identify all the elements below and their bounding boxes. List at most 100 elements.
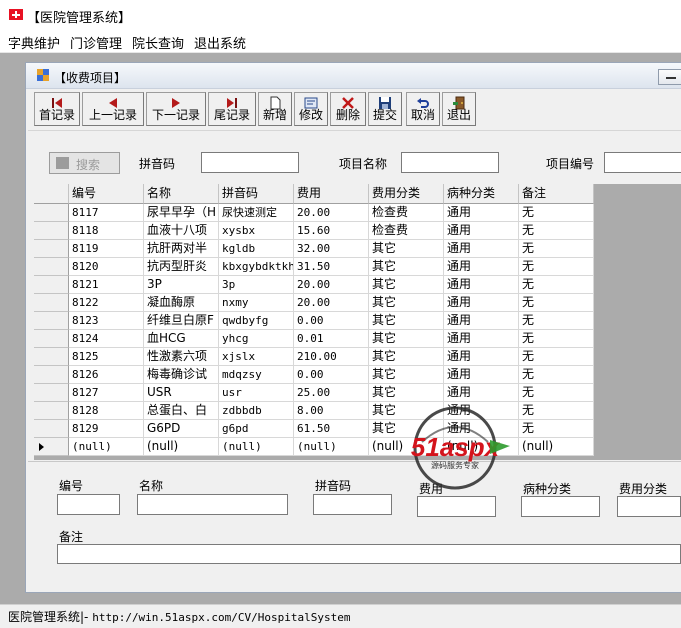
cell-disease-type[interactable]: 通用: [444, 222, 519, 240]
cell-pinyin[interactable]: yhcg: [219, 330, 294, 348]
cell-remark[interactable]: 无: [519, 258, 594, 276]
minimize-button[interactable]: [658, 69, 681, 85]
cell-name[interactable]: (null): [144, 438, 219, 456]
cell-code[interactable]: 8123: [69, 312, 144, 330]
cell-remark[interactable]: 无: [519, 420, 594, 438]
table-row[interactable]: 8127 USR usr 25.00 其它 通用无: [34, 384, 594, 402]
form-pinyin-input[interactable]: [313, 494, 392, 515]
cell-fee[interactable]: 20.00: [294, 276, 369, 294]
row-header[interactable]: [34, 402, 69, 420]
menu-director-query[interactable]: 院长查询: [132, 33, 184, 52]
submit-button[interactable]: 提交: [368, 92, 402, 126]
form-name-input[interactable]: [137, 494, 288, 515]
cell-disease-type[interactable]: 通用: [444, 204, 519, 222]
row-header[interactable]: [34, 312, 69, 330]
cell-fee[interactable]: 15.60: [294, 222, 369, 240]
cell-code[interactable]: 8117: [69, 204, 144, 222]
row-header[interactable]: [34, 294, 69, 312]
cell-fee-type[interactable]: 其它: [369, 384, 444, 402]
cell-fee[interactable]: 210.00: [294, 348, 369, 366]
prev-record-button[interactable]: 上一记录: [82, 92, 144, 126]
cell-disease-type[interactable]: 通用: [444, 348, 519, 366]
cell-code[interactable]: 8124: [69, 330, 144, 348]
cell-fee-type[interactable]: 其它: [369, 258, 444, 276]
edit-button[interactable]: 修改: [294, 92, 328, 126]
cell-fee[interactable]: 32.00: [294, 240, 369, 258]
row-header[interactable]: [34, 204, 69, 222]
cell-remark[interactable]: 无: [519, 348, 594, 366]
cell-code[interactable]: 8122: [69, 294, 144, 312]
table-row[interactable]: 8119 抗肝两对半 kgldb 32.00 其它 通用无: [34, 240, 594, 258]
cell-remark[interactable]: 无: [519, 240, 594, 258]
cell-name[interactable]: 血HCG: [144, 330, 219, 348]
table-row[interactable]: 8123 纤维旦白原F qwdbyfg 0.00 其它 通用无: [34, 312, 594, 330]
row-header[interactable]: [34, 276, 69, 294]
table-row[interactable]: 8117 尿早早孕（H 尿快速测定 20.00 检查费 通用无: [34, 204, 594, 222]
cell-pinyin[interactable]: kgldb: [219, 240, 294, 258]
cell-fee[interactable]: 20.00: [294, 294, 369, 312]
cell-fee-type[interactable]: 其它: [369, 348, 444, 366]
cell-remark[interactable]: 无: [519, 330, 594, 348]
cell-code[interactable]: 8125: [69, 348, 144, 366]
cell-fee-type[interactable]: 检查费: [369, 204, 444, 222]
cell-fee[interactable]: 25.00: [294, 384, 369, 402]
cell-disease-type[interactable]: 通用: [444, 276, 519, 294]
col-header-name[interactable]: 名称: [144, 184, 219, 204]
cell-fee[interactable]: 61.50: [294, 420, 369, 438]
cell-name[interactable]: 梅毒确诊试: [144, 366, 219, 384]
search-pinyin-input[interactable]: [201, 152, 299, 173]
cell-name[interactable]: 尿早早孕（H: [144, 204, 219, 222]
cell-pinyin[interactable]: zdbbdb: [219, 402, 294, 420]
cell-pinyin[interactable]: kbxgybdktkh: [219, 258, 294, 276]
cell-code[interactable]: 8128: [69, 402, 144, 420]
cell-pinyin[interactable]: 3p: [219, 276, 294, 294]
cell-code[interactable]: 8127: [69, 384, 144, 402]
form-fee-input[interactable]: [417, 496, 496, 517]
col-header-disease-type[interactable]: 病种分类: [444, 184, 519, 204]
cell-fee[interactable]: 31.50: [294, 258, 369, 276]
col-header-remark[interactable]: 备注: [519, 184, 594, 204]
cell-pinyin[interactable]: g6pd: [219, 420, 294, 438]
col-header-code[interactable]: 编号: [69, 184, 144, 204]
cell-fee[interactable]: (null): [294, 438, 369, 456]
cell-remark[interactable]: 无: [519, 312, 594, 330]
cell-code[interactable]: 8121: [69, 276, 144, 294]
cell-fee-type[interactable]: 其它: [369, 294, 444, 312]
cell-remark[interactable]: 无: [519, 366, 594, 384]
form-code-input[interactable]: [57, 494, 120, 515]
cell-code[interactable]: 8120: [69, 258, 144, 276]
table-row[interactable]: 8125 性激素六项 xjslx 210.00 其它 通用无: [34, 348, 594, 366]
cell-name[interactable]: 性激素六项: [144, 348, 219, 366]
first-record-button[interactable]: 首记录: [34, 92, 80, 126]
col-header-fee-type[interactable]: 费用分类: [369, 184, 444, 204]
cell-name[interactable]: 总蛋白、白: [144, 402, 219, 420]
cell-disease-type[interactable]: 通用: [444, 240, 519, 258]
cell-fee-type[interactable]: 其它: [369, 366, 444, 384]
cell-pinyin[interactable]: nxmy: [219, 294, 294, 312]
table-row[interactable]: 8121 3P 3p 20.00 其它 通用无: [34, 276, 594, 294]
cell-disease-type[interactable]: 通用: [444, 366, 519, 384]
search-button[interactable]: 搜索: [49, 152, 120, 174]
cell-remark[interactable]: 无: [519, 204, 594, 222]
cell-disease-type[interactable]: 通用: [444, 312, 519, 330]
cell-name[interactable]: 凝血酶原: [144, 294, 219, 312]
cell-remark[interactable]: 无: [519, 384, 594, 402]
col-header-pinyin[interactable]: 拼音码: [219, 184, 294, 204]
cell-pinyin[interactable]: xysbx: [219, 222, 294, 240]
cell-name[interactable]: 3P: [144, 276, 219, 294]
cell-fee-type[interactable]: 其它: [369, 330, 444, 348]
row-header[interactable]: [34, 258, 69, 276]
next-record-button[interactable]: 下一记录: [146, 92, 206, 126]
cell-fee[interactable]: 20.00: [294, 204, 369, 222]
cell-code[interactable]: 8118: [69, 222, 144, 240]
row-header[interactable]: [34, 384, 69, 402]
form-feetype-input[interactable]: [617, 496, 681, 517]
form-remark-input[interactable]: [57, 544, 681, 564]
row-header[interactable]: [34, 420, 69, 438]
cell-remark[interactable]: (null): [519, 438, 594, 456]
cell-fee-type[interactable]: 其它: [369, 240, 444, 258]
row-header[interactable]: [34, 222, 69, 240]
table-row[interactable]: 8126 梅毒确诊试 mdqzsy 0.00 其它 通用无: [34, 366, 594, 384]
cell-fee-type[interactable]: 检查费: [369, 222, 444, 240]
form-disease-input[interactable]: [521, 496, 600, 517]
